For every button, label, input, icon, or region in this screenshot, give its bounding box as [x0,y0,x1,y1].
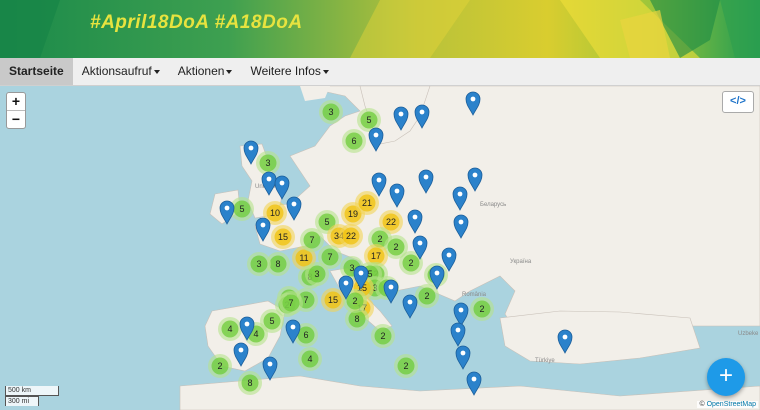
zoom-out-button[interactable]: − [7,110,25,128]
cluster-count: 3 [328,107,333,117]
banner-title: #April18DoA #A18DoA [90,12,303,33]
cluster-count: 3 [314,269,319,279]
place-label: Türkiye [535,358,555,364]
plus-icon: + [718,362,733,389]
nav-aktionen[interactable]: Aktionen [169,58,242,85]
marker-cluster[interactable]: 22 [339,224,363,248]
cluster-count: 6 [351,136,356,146]
cluster-count: 2 [377,234,382,244]
marker-cluster[interactable]: 7 [279,291,303,315]
cluster-count: 22 [346,231,356,241]
place-label: Беларусь [480,202,506,208]
caret-down-icon [153,69,160,74]
cluster-count: 2 [408,258,413,268]
nav-aktionsaufruf-label: Aktionsaufruf [81,64,152,78]
marker-cluster[interactable]: 8 [238,371,262,395]
marker-cluster[interactable]: 7 [318,245,342,269]
marker-cluster[interactable]: 2 [371,324,395,348]
marker-cluster[interactable]: 2 [415,284,439,308]
cluster-count: 7 [288,298,293,308]
cluster-count: 5 [366,115,371,125]
scale-km: 500 km [5,386,59,396]
cluster-count: 2 [393,242,398,252]
scale-mi: 300 mi [5,396,39,406]
cluster-count: 22 [386,217,396,227]
cluster-count: 21 [362,198,372,208]
place-label: Україна [510,259,532,265]
cluster-count: 7 [303,295,308,305]
map[interactable]: Беларусь Україна România Türkiye Uzbeke … [0,86,760,410]
cluster-count: 2 [352,296,357,306]
cluster-count: 15 [278,232,288,242]
map-canvas[interactable]: Беларусь Україна România Türkiye Uzbeke … [0,86,760,410]
cluster-count: 8 [275,259,280,269]
caret-down-icon [322,69,329,74]
location-pin-icon[interactable] [453,302,469,327]
cluster-count: 3 [256,259,261,269]
cluster-count: 2 [380,331,385,341]
nav-startseite-label: Startseite [9,64,64,78]
marker-cluster[interactable]: 3 [256,151,280,175]
marker-cluster[interactable]: 15 [271,225,295,249]
cluster-count: 7 [309,235,314,245]
cluster-count: 6 [303,330,308,340]
place-label: Uzbeke [738,331,759,337]
cluster-count: 5 [269,316,274,326]
nav-aktionen-label: Aktionen [177,64,225,78]
cluster-count: 5 [324,217,329,227]
marker-cluster[interactable]: 3 [247,252,271,276]
cluster-count: 15 [328,295,338,305]
attribution-prefix: © [699,401,705,408]
cluster-count: 4 [307,354,312,364]
zoom-in-button[interactable]: + [7,93,25,110]
cluster-count: 3 [265,158,270,168]
cluster-count: 17 [371,251,381,261]
cluster-count: 8 [247,378,252,388]
marker-cluster[interactable]: 7 [300,228,324,252]
nav-weitere-infos[interactable]: Weitere Infos [241,58,337,85]
scale-bar: 500 km 300 mi [5,386,59,406]
cluster-count: 11 [299,253,308,263]
marker-cluster[interactable]: 2 [394,354,418,378]
cluster-count: 19 [348,209,358,219]
marker-cluster[interactable]: 6 [342,129,366,153]
nav-startseite[interactable]: Startseite [0,58,73,85]
caret-down-icon [226,69,233,74]
marker-cluster[interactable]: 2 [470,297,494,321]
code-icon: </> [730,95,746,107]
embed-code-button[interactable]: </> [722,91,754,113]
cluster-count: 5 [239,204,244,214]
marker-cluster[interactable]: 3 [319,100,343,124]
cluster-count: 2 [217,361,222,371]
marker-cluster[interactable]: 2 [208,354,232,378]
cluster-count: 8 [354,314,359,324]
cluster-count: 2 [479,304,484,314]
location-pin-icon[interactable] [402,294,418,319]
marker-cluster[interactable]: 4 [218,317,242,341]
cluster-count: 4 [227,324,232,334]
marker-cluster[interactable]: 21 [355,191,379,215]
map-attribution: © OpenStreetMap [697,401,758,408]
cluster-count: 2 [424,291,429,301]
cluster-count: 7 [327,252,332,262]
nav-weitere-infos-label: Weitere Infos [250,64,321,78]
header-banner: #April18DoA #A18DoA [0,0,760,58]
marker-cluster[interactable]: 4 [298,347,322,371]
location-pin-icon[interactable] [455,345,471,370]
cluster-count: 4 [253,329,258,339]
cluster-count: 10 [270,208,280,218]
zoom-control: + − [6,92,26,129]
nav-aktionsaufruf[interactable]: Aktionsaufruf [73,58,169,85]
cluster-count: 2 [403,361,408,371]
location-pin-icon[interactable] [262,356,278,381]
add-action-button[interactable]: + [707,358,745,396]
main-navbar: Startseite Aktionsaufruf Aktionen Weiter… [0,58,760,86]
osm-link[interactable]: OpenStreetMap [707,401,756,408]
location-pin-icon[interactable] [450,322,466,347]
